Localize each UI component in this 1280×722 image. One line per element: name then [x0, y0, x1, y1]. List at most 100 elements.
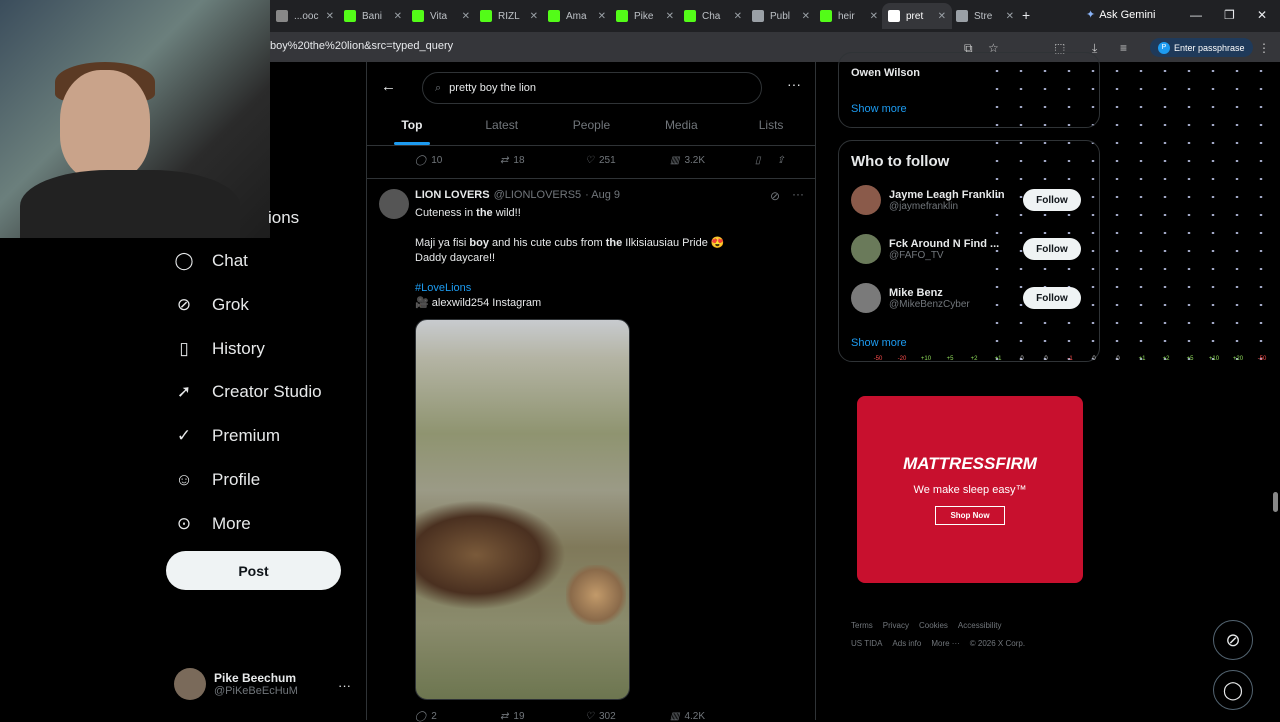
tab-close-icon[interactable]: ✕ — [666, 11, 674, 22]
tweet-more-icon[interactable]: ··· — [792, 187, 804, 201]
suggestion-handle[interactable]: @jaymefranklin — [889, 201, 1005, 212]
follow-button[interactable]: Follow — [1023, 287, 1081, 309]
like-button[interactable]: ♡ 302 — [585, 711, 670, 722]
scrollbar[interactable] — [1270, 62, 1280, 720]
tab-top[interactable]: Top — [367, 112, 457, 145]
footer-link[interactable]: More ··· — [931, 639, 959, 648]
footer-link[interactable]: Accessibility — [958, 621, 1002, 630]
share-icon[interactable]: ⇪ — [777, 155, 785, 166]
footer-link[interactable]: Privacy — [883, 621, 909, 630]
tweet[interactable]: LION LOVERS @LIONLOVERS5 · Aug 9 ⊘ ··· C… — [367, 178, 816, 700]
maximize-icon[interactable]: ❐ — [1224, 8, 1235, 22]
messages-fab[interactable]: ◯ — [1213, 670, 1253, 710]
nav-item-chat[interactable]: ◯ Chat — [174, 251, 247, 271]
browser-tab[interactable]: Pike ✕ — [610, 3, 680, 29]
hashtag-link[interactable]: #LoveLions — [415, 281, 471, 296]
reply-button[interactable]: ◯ 10 — [415, 155, 500, 166]
avatar[interactable] — [379, 189, 409, 219]
tweet-date[interactable]: · Aug 9 — [585, 189, 620, 201]
tab-close-icon[interactable]: ✕ — [734, 11, 742, 22]
account-more-icon[interactable]: ··· — [338, 678, 351, 693]
follow-button[interactable]: Follow — [1023, 189, 1081, 211]
nav-item-creator-studio[interactable]: ➚ Creator Studio — [174, 382, 322, 402]
views-button[interactable]: ▥ 3.2K — [670, 155, 755, 166]
browser-tab[interactable]: Publ ✕ — [746, 3, 816, 29]
like-button[interactable]: ♡ 251 — [585, 155, 670, 166]
search-input[interactable]: ⌕ pretty boy the lion — [422, 72, 762, 104]
browser-tab[interactable]: Ama ✕ — [542, 3, 612, 29]
show-more-link[interactable]: Show more — [851, 337, 907, 349]
show-more-link[interactable]: Show more — [851, 103, 907, 115]
close-icon[interactable]: ✕ — [1257, 8, 1267, 22]
search-more-icon[interactable]: ··· — [787, 76, 801, 92]
suggestion-handle[interactable]: @MikeBenzCyber — [889, 299, 970, 310]
tab-close-icon[interactable]: ✕ — [870, 11, 878, 22]
repost-button[interactable]: ⇄ 18 — [500, 155, 585, 166]
gemini-button[interactable]: ✦ Ask Gemini — [1086, 8, 1155, 22]
author-name[interactable]: LION LOVERS — [415, 189, 490, 201]
footer-link[interactable]: US TIDA — [851, 639, 882, 648]
nav-item-history[interactable]: ▯ History — [174, 339, 265, 359]
tab-lists[interactable]: Lists — [726, 112, 816, 145]
reply-button[interactable]: ◯ 2 — [415, 711, 500, 722]
tab-close-icon[interactable]: ✕ — [326, 11, 334, 22]
suggestion-name[interactable]: Fck Around N Find ... — [889, 238, 999, 250]
address-bar[interactable]: boy%20the%20lion&src=typed_query — [270, 40, 453, 52]
back-arrow-icon[interactable]: ← — [381, 78, 396, 95]
avatar[interactable] — [851, 234, 881, 264]
account-switcher[interactable]: Pike Beechum @PiKeBeEcHuM — [174, 668, 298, 700]
new-tab-icon[interactable]: + — [1022, 7, 1030, 23]
browser-tab[interactable]: heir ✕ — [814, 3, 884, 29]
minimize-icon[interactable]: — — [1190, 8, 1202, 22]
footer-link[interactable]: Ads info — [892, 639, 921, 648]
tab-close-icon[interactable]: ✕ — [530, 11, 538, 22]
media-icon[interactable]: ≡ — [1120, 41, 1127, 55]
tab-close-icon[interactable]: ✕ — [462, 11, 470, 22]
browser-tab[interactable]: Cha ✕ — [678, 3, 748, 29]
browser-tab[interactable]: ...ooc ✕ — [270, 3, 340, 29]
footer-link[interactable]: © 2026 X Corp. — [970, 639, 1025, 648]
footer-link[interactable]: Cookies — [919, 621, 948, 630]
tab-close-icon[interactable]: ✕ — [1006, 11, 1014, 22]
suggestion-handle[interactable]: @FAFO_TV — [889, 250, 999, 261]
browser-tab[interactable]: pret ✕ — [882, 3, 952, 29]
tweet-video[interactable] — [415, 319, 630, 700]
footer-link[interactable]: Terms — [851, 621, 873, 630]
post-button[interactable]: Post — [166, 551, 341, 590]
tab-close-icon[interactable]: ✕ — [938, 11, 946, 22]
shop-now-button[interactable]: Shop Now — [935, 506, 1005, 525]
tab-media[interactable]: Media — [636, 112, 726, 145]
suggestion-name[interactable]: Jayme Leagh Franklin — [889, 189, 1005, 201]
tab-close-icon[interactable]: ✕ — [598, 11, 606, 22]
nav-item-premium[interactable]: ✓ Premium — [174, 426, 280, 446]
nav-item-grok[interactable]: ⊘ Grok — [174, 295, 249, 315]
bookmark-icon[interactable]: ▯ — [755, 155, 761, 166]
author-handle[interactable]: @LIONLOVERS5 — [494, 189, 582, 201]
follow-suggestion[interactable]: Mike Benz @MikeBenzCyber Follow — [851, 283, 1091, 313]
nav-partial-label[interactable]: ions — [268, 208, 299, 228]
views-button[interactable]: ▥ 4.2K — [670, 711, 755, 722]
tab-people[interactable]: People — [547, 112, 637, 145]
follow-suggestion[interactable]: Fck Around N Find ... @FAFO_TV Follow — [851, 234, 1091, 264]
avatar[interactable] — [851, 185, 881, 215]
passphrase-button[interactable]: P Enter passphrase — [1150, 38, 1253, 57]
tab-latest[interactable]: Latest — [457, 112, 547, 145]
nav-item-more[interactable]: ⊙ More — [174, 514, 251, 534]
nav-item-profile[interactable]: ☺ Profile — [174, 470, 260, 490]
suggestion-name[interactable]: Mike Benz — [889, 287, 970, 299]
browser-tab[interactable]: RIZL ✕ — [474, 3, 544, 29]
follow-suggestion[interactable]: Jayme Leagh Franklin @jaymefranklin Follow — [851, 185, 1091, 215]
tab-close-icon[interactable]: ✕ — [802, 11, 810, 22]
browser-tab[interactable]: Bani ✕ — [338, 3, 408, 29]
grok-fab[interactable]: ⊘ — [1213, 620, 1253, 660]
repost-button[interactable]: ⇄ 19 — [500, 711, 585, 722]
browser-tab[interactable]: Vita ✕ — [406, 3, 476, 29]
browser-tab[interactable]: Stre ✕ — [950, 3, 1020, 29]
tab-close-icon[interactable]: ✕ — [394, 11, 402, 22]
avatar[interactable] — [851, 283, 881, 313]
trend-item[interactable]: Owen Wilson — [851, 67, 920, 79]
mattress-firm-ad[interactable]: MATTRESSFIRM We make sleep easy™ Shop No… — [857, 396, 1083, 583]
menu-icon[interactable]: ⋮ — [1258, 41, 1270, 55]
grok-icon[interactable]: ⊘ — [770, 189, 780, 203]
follow-button[interactable]: Follow — [1023, 238, 1081, 260]
